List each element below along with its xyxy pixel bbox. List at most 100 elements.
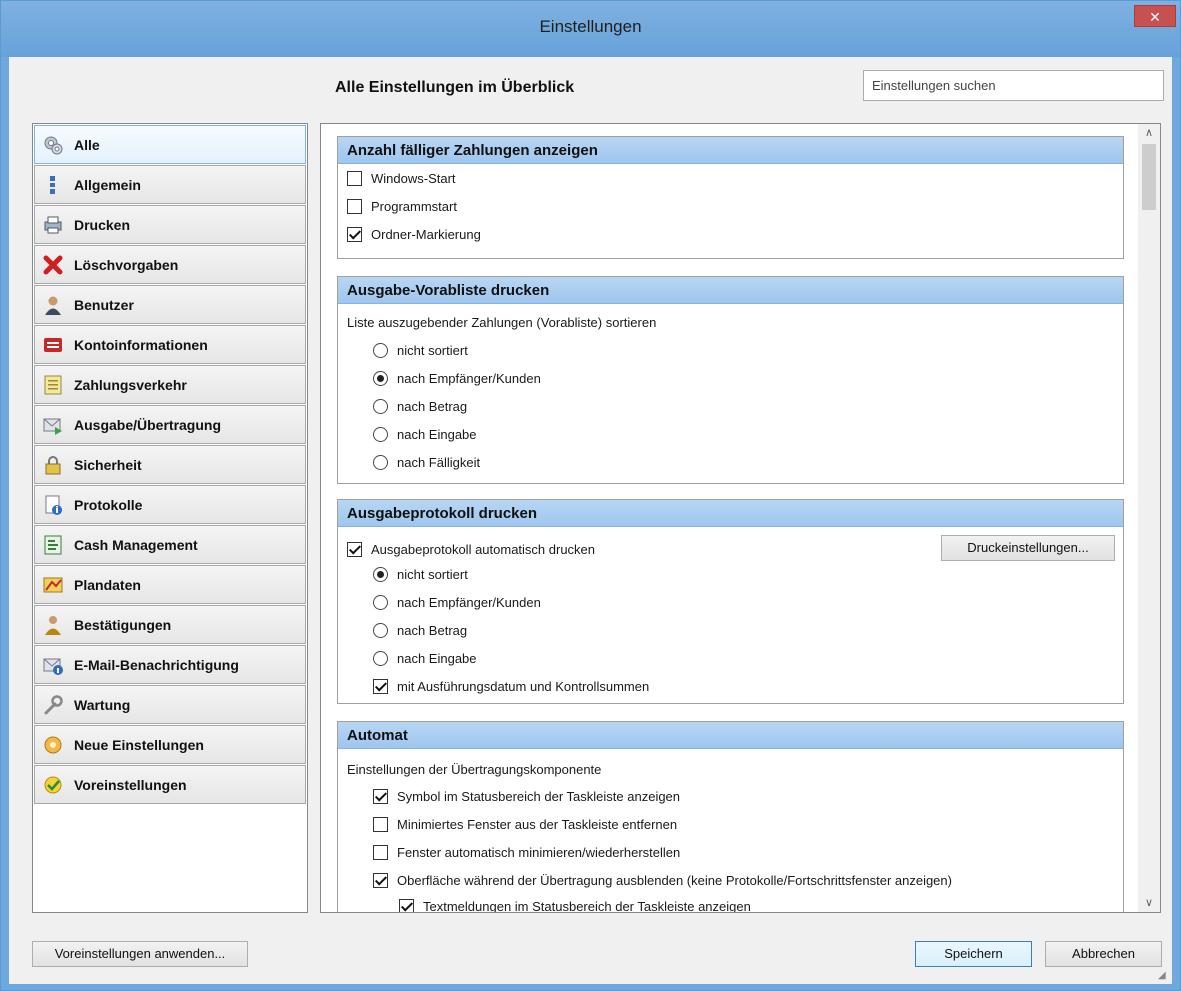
- save-button[interactable]: Speichern: [915, 941, 1032, 967]
- checkbox-ordner-markierung[interactable]: Ordner-Markierung: [347, 227, 481, 242]
- sidebar-item-benutzer[interactable]: Benutzer: [34, 285, 306, 324]
- sidebar-item-loeschvorgaben[interactable]: Löschvorgaben: [34, 245, 306, 284]
- radio-button[interactable]: [373, 651, 388, 666]
- checkbox-box[interactable]: [373, 789, 388, 804]
- checkbox-minimiertes-fenster[interactable]: Minimiertes Fenster aus der Taskleiste e…: [373, 817, 677, 832]
- group-header: Ausgabeprotokoll drucken: [338, 500, 1123, 527]
- radio-nicht-sortiert[interactable]: nicht sortiert: [373, 343, 468, 358]
- radio-button[interactable]: [373, 623, 388, 638]
- radio-nach-betrag[interactable]: nach Betrag: [373, 399, 467, 414]
- checkbox-label: Oberfläche während der Übertragung ausbl…: [397, 873, 952, 888]
- checkbox-box[interactable]: [373, 845, 388, 860]
- payment-icon: [42, 374, 64, 396]
- scroll-thumb[interactable]: [1142, 144, 1156, 210]
- group-header: Anzahl fälliger Zahlungen anzeigen: [338, 137, 1123, 164]
- sidebar-item-label: Kontoinformationen: [74, 336, 208, 353]
- checkbox-programmstart[interactable]: Programmstart: [347, 199, 457, 214]
- checkbox-label: Symbol im Statusbereich der Taskleiste a…: [397, 789, 681, 804]
- vertical-scrollbar[interactable]: ∧ ∨: [1138, 124, 1160, 912]
- resize-grip-icon[interactable]: ◢: [1158, 970, 1170, 982]
- checkbox-label: Ordner-Markierung: [371, 227, 481, 242]
- checkbox-label: Programmstart: [371, 199, 457, 214]
- presets-icon: [42, 774, 64, 796]
- sidebar-item-zahlungsverkehr[interactable]: Zahlungsverkehr: [34, 365, 306, 404]
- sidebar-item-alle[interactable]: Alle: [34, 125, 306, 164]
- sidebar-item-neue-einstellungen[interactable]: Neue Einstellungen: [34, 725, 306, 764]
- radio-nach-faelligkeit[interactable]: nach Fälligkeit: [373, 455, 480, 470]
- radio-label: nicht sortiert: [397, 567, 468, 582]
- radio-button[interactable]: [373, 427, 388, 442]
- user-icon: [42, 294, 64, 316]
- checkbox-box[interactable]: [373, 817, 388, 832]
- sidebar-item-email-benachrichtigung[interactable]: E-Mail-Benachrichtigung: [34, 645, 306, 684]
- checkbox-ausfuehrungsdatum[interactable]: mit Ausführungsdatum und Kontrollsummen: [373, 679, 649, 694]
- group-header: Ausgabe-Vorabliste drucken: [338, 277, 1123, 304]
- sidebar-item-voreinstellungen[interactable]: Voreinstellungen: [34, 765, 306, 804]
- confirm-icon: [42, 614, 64, 636]
- checkbox-textmeldungen[interactable]: Textmeldungen im Statusbereich der Taskl…: [399, 899, 751, 912]
- checkbox-box[interactable]: [347, 542, 362, 557]
- title-bar[interactable]: Einstellungen ✕: [1, 1, 1180, 57]
- log-icon: [42, 494, 64, 516]
- checkbox-box[interactable]: [347, 199, 362, 214]
- checkbox-windows-start[interactable]: Windows-Start: [347, 171, 456, 186]
- checkbox-fenster-minimieren[interactable]: Fenster automatisch minimieren/wiederher…: [373, 845, 680, 860]
- radio-nach-eingabe[interactable]: nach Eingabe: [373, 651, 477, 666]
- checkbox-auto-print[interactable]: Ausgabeprotokoll automatisch drucken: [347, 542, 595, 557]
- group-ausgabeprotokoll: Ausgabeprotokoll drucken Ausgabeprotokol…: [337, 499, 1124, 704]
- apply-presets-button[interactable]: Voreinstellungen anwenden...: [32, 941, 248, 967]
- scroll-down-icon[interactable]: ∨: [1138, 894, 1160, 912]
- group-header: Automat: [338, 722, 1123, 749]
- sidebar-item-label: Alle: [74, 136, 100, 153]
- window-frame-right: [1172, 57, 1180, 990]
- radio-button[interactable]: [373, 567, 388, 582]
- checkbox-label: Minimiertes Fenster aus der Taskleiste e…: [397, 817, 678, 832]
- cancel-button[interactable]: Abbrechen: [1045, 941, 1162, 967]
- account-icon: [42, 334, 64, 356]
- sidebar-item-kontoinformationen[interactable]: Kontoinformationen: [34, 325, 306, 364]
- scroll-up-icon[interactable]: ∧: [1138, 124, 1160, 142]
- checkbox-box[interactable]: [347, 171, 362, 186]
- close-button[interactable]: ✕: [1134, 5, 1176, 27]
- sidebar-item-label: Löschvorgaben: [74, 256, 179, 273]
- radio-button[interactable]: [373, 371, 388, 386]
- sidebar-item-bestaetigungen[interactable]: Bestätigungen: [34, 605, 306, 644]
- search-input[interactable]: [863, 70, 1164, 101]
- sidebar-item-protokolle[interactable]: Protokolle: [34, 485, 306, 524]
- group-faellige-zahlungen: Anzahl fälliger Zahlungen anzeigen Windo…: [337, 136, 1124, 259]
- checkbox-box[interactable]: [399, 899, 414, 912]
- radio-button[interactable]: [373, 399, 388, 414]
- radio-nach-empfaenger[interactable]: nach Empfänger/Kunden: [373, 595, 541, 610]
- radio-nach-empfaenger[interactable]: nach Empfänger/Kunden: [373, 371, 541, 386]
- sidebar-item-drucken[interactable]: Drucken: [34, 205, 306, 244]
- checkbox-label: Fenster automatisch minimieren/wiederher…: [397, 845, 681, 860]
- sidebar-item-allgemein[interactable]: Allgemein: [34, 165, 306, 204]
- dialog-content: Alle Einstellungen im Überblick Alle All…: [9, 57, 1172, 984]
- radio-button[interactable]: [373, 343, 388, 358]
- checkbox-label: mit Ausführungsdatum und Kontrollsummen: [397, 679, 650, 694]
- sidebar-item-label: Drucken: [74, 216, 131, 233]
- checkbox-symbol-statusbereich[interactable]: Symbol im Statusbereich der Taskleiste a…: [373, 789, 680, 804]
- sidebar-item-sicherheit[interactable]: Sicherheit: [34, 445, 306, 484]
- sidebar-item-plandaten[interactable]: Plandaten: [34, 565, 306, 604]
- radio-button[interactable]: [373, 595, 388, 610]
- sidebar-item-ausgabe-uebertragung[interactable]: Ausgabe/Übertragung: [34, 405, 306, 444]
- sidebar-item-label: Neue Einstellungen: [74, 736, 204, 753]
- sidebar-item-wartung[interactable]: Wartung: [34, 685, 306, 724]
- new-settings-icon: [42, 734, 64, 756]
- radio-button[interactable]: [373, 455, 388, 470]
- radio-nicht-sortiert[interactable]: nicht sortiert: [373, 567, 468, 582]
- checkbox-box[interactable]: [373, 679, 388, 694]
- radio-nach-eingabe[interactable]: nach Eingabe: [373, 427, 477, 442]
- email-icon: [42, 654, 64, 676]
- settings-window: Einstellungen ✕ Alle Einstellungen im Üb…: [0, 0, 1181, 991]
- sidebar-item-cash-management[interactable]: Cash Management: [34, 525, 306, 564]
- sidebar-item-label: Zahlungsverkehr: [74, 376, 187, 393]
- radio-nach-betrag[interactable]: nach Betrag: [373, 623, 467, 638]
- print-settings-button[interactable]: Druckeinstellungen...: [941, 535, 1115, 561]
- group-vorabliste: Ausgabe-Vorabliste drucken Liste auszuge…: [337, 276, 1124, 484]
- checkbox-oberflaeche-ausblenden[interactable]: Oberfläche während der Übertragung ausbl…: [373, 873, 952, 888]
- group-automat: Automat Einstellungen der Übertragungsko…: [337, 721, 1124, 912]
- checkbox-box[interactable]: [347, 227, 362, 242]
- checkbox-box[interactable]: [373, 873, 388, 888]
